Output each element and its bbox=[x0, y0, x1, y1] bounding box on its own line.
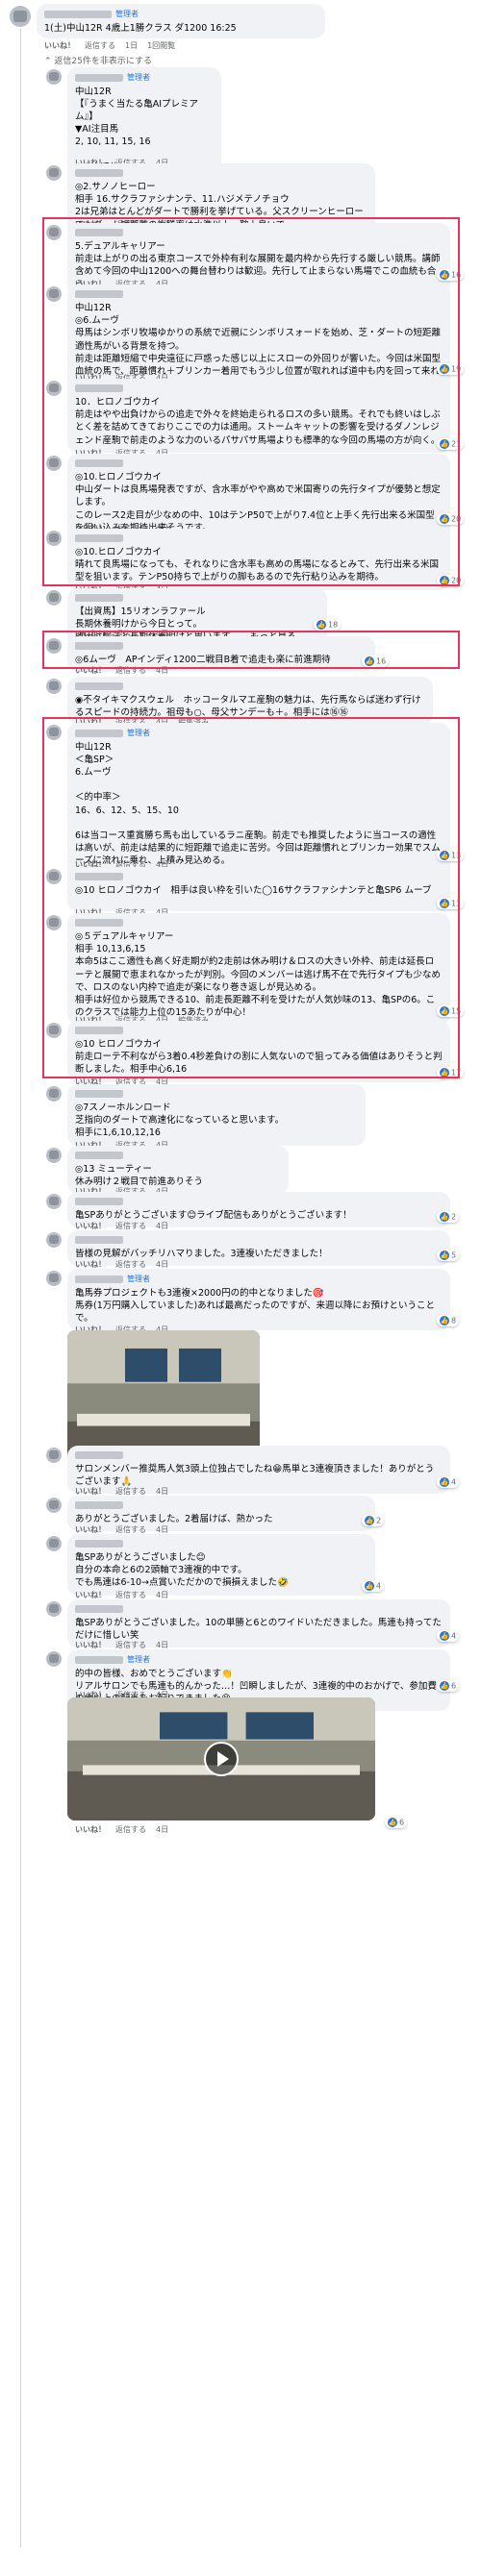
comment-text: サロンメンバー推奨馬人気3頭上位独占でしたね😁馬単と3連複頂きました！ありがとう… bbox=[75, 1464, 435, 1488]
comment-meta: いいね！ 返信する 1日 1回閲覧 bbox=[44, 41, 176, 50]
avatar[interactable] bbox=[46, 1086, 62, 1102]
avatar[interactable] bbox=[46, 1651, 62, 1667]
author-name[interactable] bbox=[75, 1152, 123, 1159]
reaction-count[interactable]: 👍 2 bbox=[362, 1515, 385, 1526]
like-icon: 👍 bbox=[440, 1477, 449, 1487]
comment-bubble: 管理者 1(土)中山12R 4歳上1勝クラス ダ1200 16:25 bbox=[37, 4, 325, 38]
timestamp: 4日 bbox=[156, 1641, 169, 1649]
reaction-count[interactable]: 👍 4 bbox=[362, 1580, 385, 1592]
like-link[interactable]: いいね！ bbox=[75, 1525, 106, 1534]
reaction-count[interactable]: 👍 8 bbox=[437, 1315, 460, 1326]
reply-link[interactable]: 返信する bbox=[85, 41, 115, 50]
avatar[interactable] bbox=[46, 679, 62, 694]
thread-line bbox=[20, 29, 21, 2547]
author-name[interactable] bbox=[75, 73, 123, 82]
author-name[interactable] bbox=[75, 1605, 123, 1613]
author-name[interactable] bbox=[44, 10, 112, 18]
avatar[interactable] bbox=[46, 165, 62, 181]
timestamp: 4日 bbox=[156, 1591, 169, 1599]
attached-photo[interactable] bbox=[67, 1697, 375, 1821]
timestamp: 4日 bbox=[156, 1222, 169, 1230]
like-icon: 👍 bbox=[440, 1212, 449, 1222]
reaction-count[interactable]: 👍 18 bbox=[314, 619, 342, 631]
like-link[interactable]: いいね！ bbox=[75, 1260, 106, 1269]
avatar[interactable] bbox=[46, 1232, 62, 1248]
reaction-count[interactable]: 👍 4 bbox=[437, 1476, 460, 1488]
avatar[interactable] bbox=[46, 590, 62, 606]
like-link[interactable]: いいね！ bbox=[44, 41, 75, 50]
like-link[interactable]: いいね！ bbox=[75, 1591, 106, 1599]
admin-badge: 管理者 bbox=[115, 10, 139, 18]
admin-badge: 管理者 bbox=[127, 73, 150, 82]
comment-text: ◉不タイキマクスウェル ホッコータルマエ産駒の魅力は、先行馬ならば迷わず行けるス… bbox=[75, 695, 421, 719]
comment-text: ◎7スノーホルンロード 芝指向のダートで高速化になっていると思います。 相手に1… bbox=[75, 1102, 285, 1139]
author-name[interactable] bbox=[75, 1501, 123, 1509]
highlight-box bbox=[42, 717, 460, 1078]
hide-replies-link[interactable]: ⌃ 返信25件を非表示にする bbox=[44, 54, 152, 66]
highlight-box bbox=[42, 631, 460, 669]
timestamp: 4日 bbox=[156, 1525, 169, 1534]
comment-bubble: ◎7スノーホルンロード 芝指向のダートで高速化になっていると思います。 相手に1… bbox=[67, 1084, 366, 1146]
author-name[interactable] bbox=[75, 594, 123, 602]
reaction-count[interactable]: 👍 5 bbox=[437, 1250, 460, 1261]
author-name[interactable] bbox=[75, 1451, 123, 1459]
photo-reaction-count[interactable]: 👍 6 bbox=[385, 1817, 408, 1828]
avatar[interactable] bbox=[46, 1194, 62, 1209]
like-icon: 👍 bbox=[365, 1516, 374, 1525]
like-link[interactable]: いいね！ bbox=[75, 1641, 106, 1649]
avatar[interactable] bbox=[10, 6, 31, 27]
reply-link[interactable]: 返信する bbox=[115, 1591, 146, 1599]
comment-text: 亀馬券プロジェクトも3連複×2000円の的中となりました🎯 馬券(1万円購入して… bbox=[75, 1287, 435, 1324]
timestamp: 4日 bbox=[156, 1487, 169, 1496]
like-icon: 👍 bbox=[440, 1251, 449, 1260]
like-icon: 👍 bbox=[440, 1631, 449, 1641]
reply-link[interactable]: 返信する bbox=[115, 1487, 146, 1496]
author-name[interactable] bbox=[75, 1655, 123, 1664]
comment-bubble: 管理者亀馬券プロジェクトも3連複×2000円の的中となりました🎯 馬券(1万円購… bbox=[67, 1269, 450, 1331]
comment-text: ◎13 ミューティー 休み明け２戦目で前進ありそう bbox=[75, 1164, 204, 1188]
like-link[interactable]: いいね！ bbox=[75, 1487, 106, 1496]
reply-link[interactable]: 返信する bbox=[115, 1222, 146, 1230]
author-name[interactable] bbox=[75, 1090, 123, 1098]
comment-text: 亀SPありがとうございました。10の単勝と6とのワイドいただきました。馬連も持っ… bbox=[75, 1618, 442, 1642]
reply-link[interactable]: 返信する bbox=[115, 1641, 146, 1649]
reaction-count[interactable]: 👍 6 bbox=[437, 1680, 460, 1692]
photo-meta: いいね！返信する4日 bbox=[75, 1825, 169, 1834]
avatar[interactable] bbox=[46, 1536, 62, 1551]
play-icon bbox=[217, 1751, 229, 1767]
play-button[interactable] bbox=[204, 1742, 239, 1776]
highlight-box bbox=[42, 217, 460, 586]
like-link[interactable]: いいね！ bbox=[75, 1222, 106, 1230]
avatar[interactable] bbox=[46, 1448, 62, 1463]
reply-link[interactable]: 返信する bbox=[115, 1525, 146, 1534]
author-name[interactable] bbox=[75, 1236, 123, 1244]
avatar[interactable] bbox=[46, 1601, 62, 1617]
author-name[interactable] bbox=[75, 1540, 123, 1548]
like-icon: 👍 bbox=[388, 1818, 397, 1827]
admin-badge: 管理者 bbox=[127, 1275, 150, 1283]
author-name[interactable] bbox=[75, 169, 123, 177]
author-name[interactable] bbox=[75, 1275, 123, 1283]
like-icon: 👍 bbox=[365, 1581, 374, 1591]
like-link[interactable]: いいね！ bbox=[75, 1825, 106, 1834]
like-icon: 👍 bbox=[440, 1316, 449, 1325]
avatar[interactable] bbox=[46, 1271, 62, 1286]
like-icon: 👍 bbox=[440, 1681, 449, 1691]
reply-link[interactable]: 返信する bbox=[115, 1260, 146, 1269]
reaction-count[interactable]: 👍 2 bbox=[437, 1211, 460, 1223]
reply-link[interactable]: 返信する bbox=[115, 1825, 146, 1834]
avatar[interactable] bbox=[46, 69, 62, 85]
author-name[interactable] bbox=[75, 1198, 123, 1205]
author-name[interactable] bbox=[75, 682, 123, 690]
avatar[interactable] bbox=[46, 1498, 62, 1513]
timestamp: 4日 bbox=[156, 1260, 169, 1269]
reaction-count[interactable]: 👍 4 bbox=[437, 1630, 460, 1642]
comment-bubble: 亀SPありがとうございました😊 自分の本命と6の2頭軸で3連複的中です。 でも馬… bbox=[67, 1534, 375, 1596]
post-title: 1(土)中山12R 4歳上1勝クラス ダ1200 16:25 bbox=[44, 22, 237, 34]
like-icon: 👍 bbox=[316, 620, 326, 630]
comment-text: 亀SPありがとうございました😊 自分の本命と6の2頭軸で3連複的中です。 でも馬… bbox=[75, 1552, 289, 1589]
chevron-up-icon: ⌃ bbox=[44, 57, 52, 66]
admin-badge: 管理者 bbox=[127, 1655, 150, 1664]
avatar[interactable] bbox=[46, 1148, 62, 1163]
